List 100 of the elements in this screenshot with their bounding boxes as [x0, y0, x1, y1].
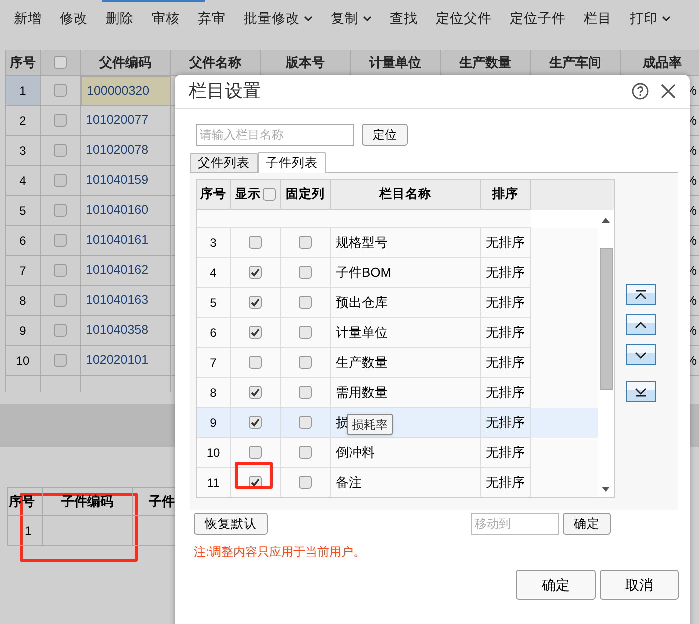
checkbox[interactable] [249, 386, 262, 399]
checkbox[interactable] [54, 354, 67, 367]
table-cell-text: 101020077 [86, 112, 149, 130]
move-bottom-button[interactable] [626, 381, 656, 402]
table-cell-text: 100000320 [87, 82, 150, 100]
column-header: 版本号 [286, 54, 325, 72]
checkbox[interactable] [249, 326, 262, 339]
checkbox[interactable] [299, 356, 312, 369]
toolbar-button[interactable]: 删除 [97, 8, 143, 30]
column-header: 序号 [10, 54, 36, 72]
checkbox[interactable] [249, 236, 262, 249]
column-header: 计量单位 [370, 54, 422, 72]
column-header: 成品率 [643, 54, 682, 72]
toolbar-button[interactable]: 批量修改 [235, 8, 322, 30]
toolbar-button[interactable]: 修改 [51, 8, 97, 30]
checkbox[interactable] [263, 188, 276, 201]
checkbox[interactable] [54, 324, 67, 337]
table-cell-text: 无排序 [486, 444, 525, 462]
tab[interactable]: 子件列表 [258, 152, 326, 173]
checkbox[interactable] [299, 476, 312, 489]
checkbox[interactable] [299, 446, 312, 459]
row-number: 7 [20, 262, 26, 280]
checkbox[interactable] [299, 266, 312, 279]
row-number: 6 [210, 324, 217, 342]
column-header: 子件编码 [62, 492, 114, 511]
table-cell-text: 101040358 [86, 322, 149, 340]
column-header: 父件编码 [100, 54, 152, 72]
checkbox[interactable] [249, 296, 262, 309]
checkbox[interactable] [54, 56, 67, 69]
checkbox[interactable] [249, 416, 262, 429]
row-number: 1 [25, 522, 32, 540]
table-cell-text: 101040163 [86, 292, 149, 310]
move-top-button[interactable] [626, 284, 656, 305]
checkbox[interactable] [54, 204, 67, 217]
toolbar-button[interactable]: 审核 [143, 8, 189, 30]
table-cell-text: 无排序 [486, 264, 525, 282]
checkbox[interactable] [249, 356, 262, 369]
table-cell-text: 子件BOM [336, 264, 392, 282]
restore-default-button[interactable]: 恢复默认 [194, 513, 268, 535]
column-header: 生产车间 [550, 54, 602, 72]
move-up-button[interactable] [626, 314, 656, 335]
row-number: 9 [20, 322, 26, 340]
checkbox[interactable] [54, 174, 67, 187]
table-cell-text: 预出仓库 [336, 294, 388, 312]
toolbar-button[interactable]: 弃审 [189, 8, 235, 30]
row-number: 6 [20, 232, 26, 250]
row-number: 4 [210, 264, 217, 282]
checkbox[interactable] [54, 264, 67, 277]
checkbox[interactable] [299, 236, 312, 249]
ok-button[interactable]: 确定 [516, 570, 596, 600]
checkbox[interactable] [54, 144, 67, 157]
toolbar-button[interactable]: 栏目 [575, 8, 621, 30]
help-icon[interactable] [632, 83, 649, 100]
column-header: 排序 [492, 186, 518, 204]
checkbox[interactable] [54, 234, 67, 247]
row-number: 7 [210, 354, 217, 372]
row-number: 1 [20, 82, 26, 100]
checkbox[interactable] [299, 416, 312, 429]
column-header: 序号 [200, 186, 226, 204]
toolbar-button[interactable]: 打印 [621, 8, 680, 30]
checkbox[interactable] [299, 386, 312, 399]
toolbar-button[interactable]: 查找 [381, 8, 427, 30]
close-icon[interactable] [661, 84, 676, 99]
table-cell-text: 101040160 [86, 202, 149, 220]
scroll-up-icon[interactable] [602, 218, 610, 223]
confirm-button[interactable]: 确定 [563, 513, 611, 535]
caret-icon [662, 16, 671, 22]
search-field[interactable]: 请输入栏目名称 [196, 124, 354, 146]
checkbox[interactable] [299, 326, 312, 339]
toolbar-button[interactable]: 复制 [322, 8, 381, 30]
toolbar-button[interactable]: 定位子件 [501, 8, 575, 30]
row-number: 5 [210, 294, 217, 312]
table-cell-text: 无排序 [486, 474, 525, 492]
checkbox[interactable] [249, 266, 262, 279]
toolbar-button[interactable]: 定位父件 [427, 8, 501, 30]
move-to-field[interactable]: 移动到 [471, 513, 559, 535]
checkbox[interactable] [299, 296, 312, 309]
cancel-button[interactable]: 取消 [600, 570, 679, 600]
row-number: 8 [210, 384, 217, 402]
table-cell-text: 生产数量 [336, 354, 388, 372]
table-cell-text: 备注 [336, 474, 362, 492]
row-number: 10 [206, 444, 220, 462]
checkbox[interactable] [54, 114, 67, 127]
move-down-button[interactable] [626, 344, 656, 365]
toolbar-button[interactable]: 新增 [5, 8, 51, 30]
dialog-title: 栏目设置 [189, 80, 261, 103]
table-cell-text: 需用数量 [336, 384, 388, 402]
table-cell-text: 无排序 [486, 294, 525, 312]
bottom-arrow-icon [633, 386, 649, 398]
checkbox[interactable] [249, 446, 262, 459]
scroll-down-icon[interactable] [602, 487, 610, 492]
locate-button[interactable]: 定位 [362, 124, 408, 146]
highlight-box [235, 462, 273, 489]
caret-icon [363, 16, 372, 22]
row-number: 3 [210, 234, 217, 252]
column-header: 父件名称 [190, 54, 242, 72]
table-cell-text: 无排序 [486, 414, 525, 432]
checkbox[interactable] [54, 84, 67, 97]
tab[interactable]: 父件列表 [190, 153, 258, 172]
checkbox[interactable] [54, 294, 67, 307]
